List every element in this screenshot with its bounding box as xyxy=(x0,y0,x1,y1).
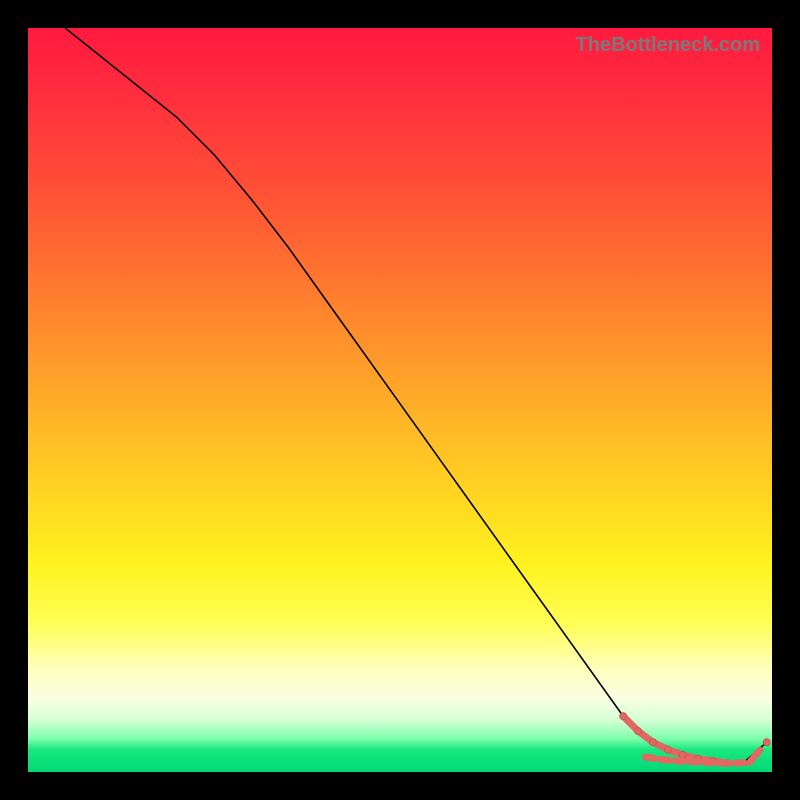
chart-svg xyxy=(28,28,772,772)
plot-area: TheBottleneck.com xyxy=(28,28,772,772)
chart-stage: TheBottleneck.com xyxy=(0,0,800,800)
